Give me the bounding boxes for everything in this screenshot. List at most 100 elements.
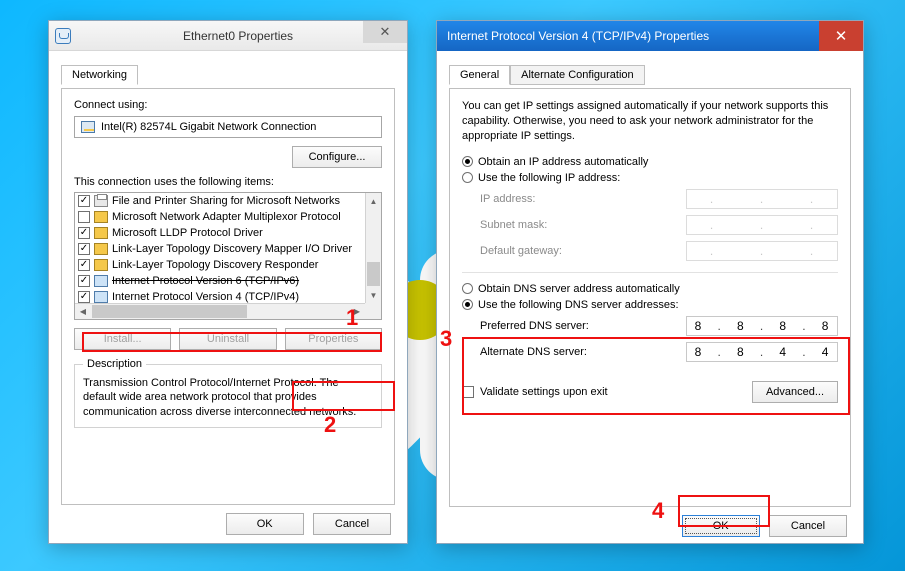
default-gateway-input: ... [686, 241, 838, 261]
nic-icon [94, 211, 108, 223]
close-icon: ✕ [380, 24, 391, 40]
ip-address-input: ... [686, 189, 838, 209]
radio-icon [462, 299, 473, 310]
uninstall-button[interactable]: Uninstall [179, 328, 276, 350]
radio-ip-auto[interactable]: Obtain an IP address automatically [462, 154, 838, 170]
properties-button[interactable]: Properties [285, 328, 382, 350]
list-item[interactable]: Link-Layer Topology Discovery Mapper I/O… [75, 241, 365, 257]
install-button[interactable]: Install... [74, 328, 171, 350]
scroll-left-icon[interactable]: ◀ [75, 304, 91, 319]
preferred-dns-input[interactable]: 8.8.8.8 [686, 316, 838, 336]
advanced-button[interactable]: Advanced... [752, 381, 838, 403]
items-label: This connection uses the following items… [74, 176, 382, 188]
ipv4-properties-window: Internet Protocol Version 4 (TCP/IPv4) P… [436, 20, 864, 544]
item-checkbox[interactable] [78, 211, 90, 223]
vertical-scrollbar[interactable]: ▲ ▼ [365, 193, 381, 303]
item-label: Link-Layer Topology Discovery Responder [112, 259, 318, 271]
hscroll-thumb[interactable] [92, 305, 247, 318]
radio-label: Use the following IP address: [478, 172, 620, 184]
scroll-up-icon[interactable]: ▲ [366, 193, 381, 209]
scroll-thumb[interactable] [367, 262, 380, 286]
nic-icon [81, 121, 95, 133]
titlebar[interactable]: Ethernet0 Properties ✕ [49, 21, 407, 51]
radio-icon [462, 283, 473, 294]
intro-text: You can get IP settings assigned automat… [462, 99, 838, 144]
nic-icon [94, 259, 108, 271]
tab-strip: Networking [61, 65, 395, 89]
tab-general[interactable]: General [449, 65, 510, 85]
tab-strip: GeneralAlternate Configuration [449, 65, 851, 89]
item-checkbox[interactable] [78, 291, 90, 303]
separator [462, 272, 838, 273]
close-button[interactable]: ✕ [819, 21, 863, 51]
cancel-button[interactable]: Cancel [313, 513, 391, 535]
titlebar[interactable]: Internet Protocol Version 4 (TCP/IPv4) P… [437, 21, 863, 51]
validate-checkbox[interactable] [462, 386, 474, 398]
ok-button[interactable]: OK [226, 513, 304, 535]
radio-label: Obtain DNS server address automatically [478, 283, 680, 295]
ip-address-label: IP address: [462, 193, 686, 205]
description-group: Description Transmission Control Protoco… [74, 358, 382, 428]
ok-button[interactable]: OK [682, 515, 760, 537]
item-label: Link-Layer Topology Discovery Mapper I/O… [112, 243, 352, 255]
list-item[interactable]: Microsoft Network Adapter Multiplexor Pr… [75, 209, 365, 225]
item-label: Internet Protocol Version 4 (TCP/IPv4) [112, 291, 299, 303]
ip-octet[interactable]: 4 [779, 345, 787, 359]
close-button[interactable]: ✕ [363, 21, 407, 43]
item-label: File and Printer Sharing for Microsoft N… [112, 195, 340, 207]
tab-alternate-configuration[interactable]: Alternate Configuration [510, 65, 645, 85]
radio-label: Obtain an IP address automatically [478, 156, 648, 168]
radio-dns-manual[interactable]: Use the following DNS server addresses: [462, 297, 838, 313]
alternate-dns-label: Alternate DNS server: [462, 346, 686, 358]
dot-separator: . [802, 345, 806, 359]
adapter-name: Intel(R) 82574L Gigabit Network Connecti… [101, 121, 316, 133]
ip-octet[interactable]: 4 [822, 345, 830, 359]
dot-separator: . [717, 319, 721, 333]
nic-icon [94, 243, 108, 255]
ip-octet[interactable]: 8 [695, 319, 703, 333]
subnet-mask-label: Subnet mask: [462, 219, 686, 231]
ip-octet[interactable]: 8 [737, 319, 745, 333]
ip-octet[interactable]: 8 [737, 345, 745, 359]
dot-separator: . [760, 319, 764, 333]
configure-button[interactable]: Configure... [292, 146, 382, 168]
nic-properties-icon [55, 28, 71, 44]
dot-separator: . [760, 345, 764, 359]
alternate-dns-input[interactable]: 8.8.4.4 [686, 342, 838, 362]
radio-icon [462, 172, 473, 183]
window-title: Internet Protocol Version 4 (TCP/IPv4) P… [447, 29, 857, 43]
list-item[interactable]: Internet Protocol Version 6 (TCP/IPv6) [75, 273, 365, 289]
connection-items-list[interactable]: File and Printer Sharing for Microsoft N… [74, 192, 382, 320]
list-item[interactable]: File and Printer Sharing for Microsoft N… [75, 193, 365, 209]
horizontal-scrollbar[interactable]: ◀ ▶ [75, 303, 365, 319]
printer-icon [94, 195, 108, 207]
scroll-right-icon[interactable]: ▶ [349, 304, 365, 319]
item-checkbox[interactable] [78, 227, 90, 239]
scroll-down-icon[interactable]: ▼ [366, 287, 381, 303]
stack-icon [94, 275, 108, 287]
window-title: Ethernet0 Properties [75, 29, 401, 43]
adapter-display: Intel(R) 82574L Gigabit Network Connecti… [74, 116, 382, 138]
connect-using-label: Connect using: [74, 99, 382, 111]
ip-octet[interactable]: 8 [822, 319, 830, 333]
ethernet-properties-window: Ethernet0 Properties ✕ Networking Connec… [48, 20, 408, 544]
list-item[interactable]: Link-Layer Topology Discovery Responder [75, 257, 365, 273]
item-checkbox[interactable] [78, 275, 90, 287]
list-item[interactable]: Microsoft LLDP Protocol Driver [75, 225, 365, 241]
radio-icon [462, 156, 473, 167]
item-checkbox[interactable] [78, 195, 90, 207]
radio-ip-manual[interactable]: Use the following IP address: [462, 170, 838, 186]
cancel-button[interactable]: Cancel [769, 515, 847, 537]
tab-networking[interactable]: Networking [61, 65, 138, 85]
stack-icon [94, 291, 108, 303]
validate-label: Validate settings upon exit [480, 386, 608, 398]
item-checkbox[interactable] [78, 259, 90, 271]
preferred-dns-label: Preferred DNS server: [462, 320, 686, 332]
description-text: Transmission Control Protocol/Internet P… [83, 376, 373, 419]
radio-dns-auto[interactable]: Obtain DNS server address automatically [462, 281, 838, 297]
ip-octet[interactable]: 8 [779, 319, 787, 333]
ip-octet[interactable]: 8 [695, 345, 703, 359]
item-checkbox[interactable] [78, 243, 90, 255]
default-gateway-label: Default gateway: [462, 245, 686, 257]
close-icon: ✕ [835, 27, 848, 45]
